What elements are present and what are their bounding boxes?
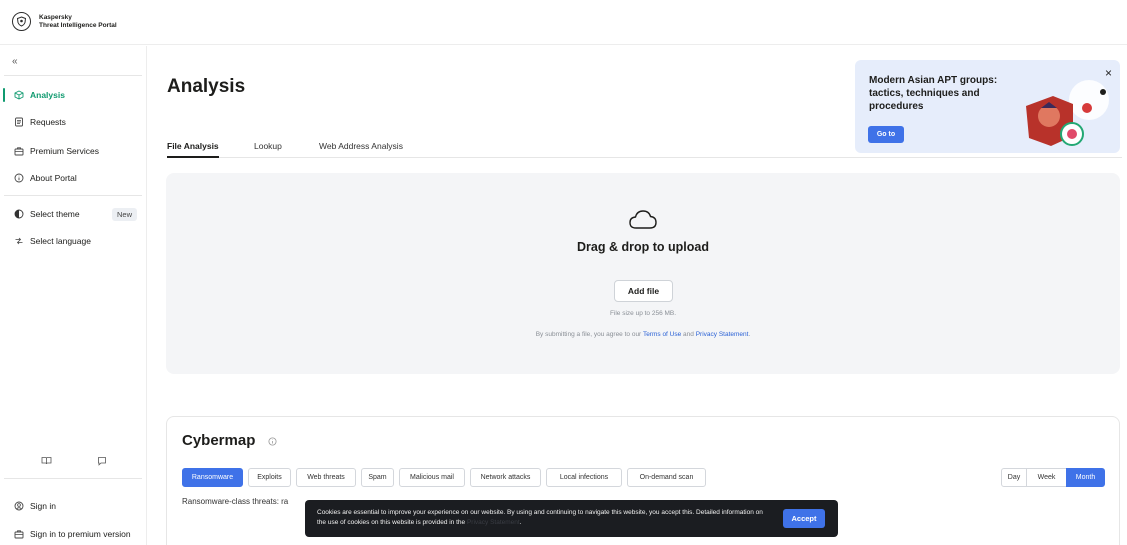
select-theme-label: Select theme	[30, 209, 80, 219]
sidebar-divider	[4, 75, 142, 76]
tab-lookup[interactable]: Lookup	[254, 141, 282, 158]
briefcase-icon	[14, 146, 24, 156]
kaspersky-logo-icon	[12, 12, 31, 31]
file-drop-zone[interactable]: Drag & drop to upload Add file File size…	[166, 173, 1120, 374]
cookie-privacy-link[interactable]: Privacy Statement	[467, 519, 520, 526]
drag-drop-heading: Drag & drop to upload	[577, 240, 709, 254]
language-switch-icon	[14, 236, 24, 246]
terms-notice: By submitting a file, you agree to our T…	[166, 331, 1120, 338]
select-language-label: Select language	[30, 236, 91, 246]
top-header: Kaspersky Threat Intelligence Portal	[0, 0, 1127, 45]
filter-exploits[interactable]: Exploits	[248, 468, 291, 487]
sidebar-item-analysis[interactable]: Analysis	[0, 84, 147, 106]
user-icon	[14, 501, 24, 511]
book-icon[interactable]	[41, 456, 52, 468]
cloud-upload-icon	[629, 210, 657, 229]
page-title: Analysis	[167, 76, 246, 97]
sign-in-button[interactable]: Sign in	[0, 495, 147, 517]
terms-of-use-link[interactable]: Terms of Use	[643, 331, 681, 338]
half-moon-icon	[14, 209, 24, 219]
sidebar-item-requests[interactable]: Requests	[0, 111, 147, 133]
cybermap-title: Cybermap	[182, 432, 256, 449]
cybermap-subtitle: Ransomware-class threats: ra	[182, 497, 289, 506]
cookie-text: Cookies are essential to improve your ex…	[317, 509, 763, 526]
sidebar-bottom-icons	[0, 456, 147, 468]
promo-title: Modern Asian APT groups: tactics, techni…	[869, 75, 998, 112]
promo-banner: Modern Asian APT groups: tactics, techni…	[855, 60, 1120, 153]
sidebar: « Analysis Requests Premium Services Abo…	[0, 46, 147, 545]
tab-web-address-analysis[interactable]: Web Address Analysis	[319, 141, 403, 158]
period-day[interactable]: Day	[1001, 468, 1027, 487]
terms-prefix: By submitting a file, you agree to our	[535, 331, 642, 338]
collapse-sidebar-button[interactable]: «	[12, 56, 18, 67]
sidebar-divider	[4, 478, 142, 479]
new-badge: New	[111, 207, 137, 221]
briefcase-icon	[14, 529, 24, 539]
promo-go-to-button[interactable]: Go to	[868, 126, 904, 143]
select-theme-button[interactable]: Select theme New	[0, 203, 147, 225]
filter-web-threats[interactable]: Web threats	[296, 468, 356, 487]
filter-spam[interactable]: Spam	[361, 468, 394, 487]
filter-ransomware[interactable]: Ransomware	[182, 468, 243, 487]
portal-logo[interactable]: Kaspersky Threat Intelligence Portal	[12, 12, 117, 31]
sign-in-premium-button[interactable]: Sign in to premium version	[0, 523, 147, 545]
sidebar-divider	[4, 195, 142, 196]
brand-name: Kaspersky Threat Intelligence Portal	[39, 14, 117, 30]
tab-file-analysis[interactable]: File Analysis	[167, 141, 219, 158]
cookie-suffix: .	[519, 519, 522, 526]
select-language-button[interactable]: Select language	[0, 230, 147, 252]
sidebar-item-premium-services[interactable]: Premium Services	[0, 140, 147, 162]
filter-network-attacks[interactable]: Network attacks	[470, 468, 541, 487]
filter-malicious-mail[interactable]: Malicious mail	[399, 468, 465, 487]
promo-illustration	[1026, 80, 1109, 146]
info-icon[interactable]	[268, 437, 277, 448]
cookie-banner: Cookies are essential to improve your ex…	[305, 500, 838, 537]
brand-line-1: Kaspersky	[39, 13, 72, 21]
accept-cookies-button[interactable]: Accept	[783, 509, 825, 528]
cube-icon	[14, 90, 24, 100]
terms-suffix: .	[748, 331, 751, 338]
sidebar-item-label: Analysis	[30, 90, 65, 100]
privacy-statement-link[interactable]: Privacy Statement	[696, 331, 749, 338]
sign-in-label: Sign in	[30, 501, 56, 511]
brand-line-2: Threat Intelligence Portal	[39, 21, 117, 29]
filter-on-demand-scan[interactable]: On-demand scan	[627, 468, 706, 487]
document-icon	[14, 117, 24, 127]
sidebar-item-about-portal[interactable]: About Portal	[0, 167, 147, 189]
file-size-note: File size up to 256 MB.	[609, 310, 677, 317]
period-week[interactable]: Week	[1026, 468, 1067, 487]
sidebar-item-label: Requests	[30, 117, 66, 127]
sign-in-premium-label: Sign in to premium version	[30, 529, 131, 539]
terms-and: and	[683, 331, 694, 338]
sidebar-item-label: Premium Services	[30, 146, 99, 156]
filter-local-infections[interactable]: Local infections	[546, 468, 622, 487]
period-month[interactable]: Month	[1066, 468, 1105, 487]
add-file-button[interactable]: Add file	[614, 280, 673, 302]
cookie-message: Cookies are essential to improve your ex…	[317, 508, 767, 528]
double-chevron-left-icon: «	[12, 56, 18, 67]
info-icon	[14, 173, 24, 183]
chat-icon[interactable]	[97, 456, 107, 468]
sidebar-item-label: About Portal	[30, 173, 77, 183]
